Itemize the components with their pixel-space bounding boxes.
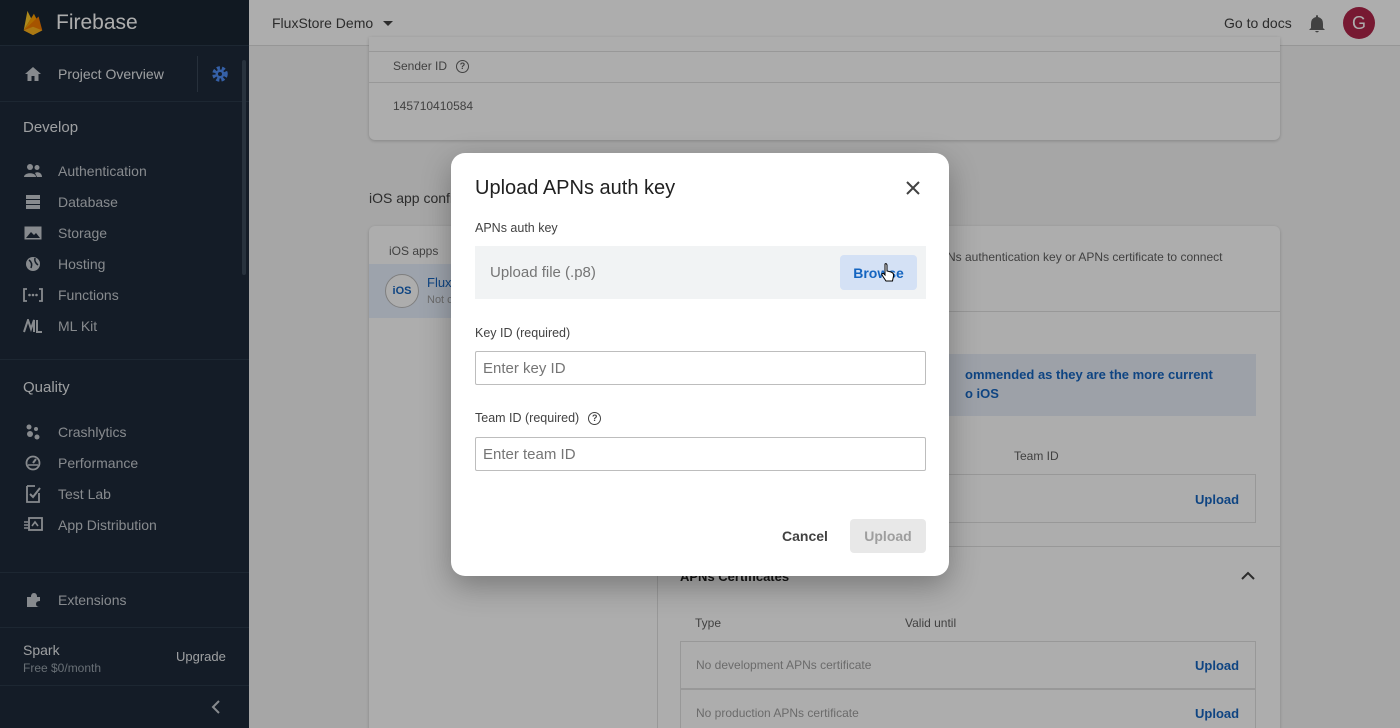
dialog-title: Upload APNs auth key (475, 177, 676, 199)
team-id-input[interactable] (475, 437, 926, 471)
auth-key-label: APNs auth key (475, 221, 558, 235)
browse-button[interactable]: Browse (840, 255, 917, 290)
key-id-label: Key ID (required) (475, 326, 571, 340)
team-id-label-text: Team ID (required) (475, 411, 580, 425)
mouse-pointer-icon (881, 263, 895, 282)
help-icon[interactable]: ? (588, 411, 602, 425)
key-id-input[interactable] (475, 351, 926, 385)
close-icon[interactable] (903, 178, 923, 198)
upload-button[interactable]: Upload (850, 519, 926, 553)
cancel-button[interactable]: Cancel (774, 519, 836, 553)
upload-placeholder: Upload file (.p8) (490, 264, 596, 281)
file-upload-field[interactable]: Upload file (.p8) Browse (475, 246, 926, 299)
team-id-label: Team ID (required) ? (475, 411, 602, 425)
upload-apns-dialog: Upload APNs auth key APNs auth key Uploa… (451, 153, 949, 576)
